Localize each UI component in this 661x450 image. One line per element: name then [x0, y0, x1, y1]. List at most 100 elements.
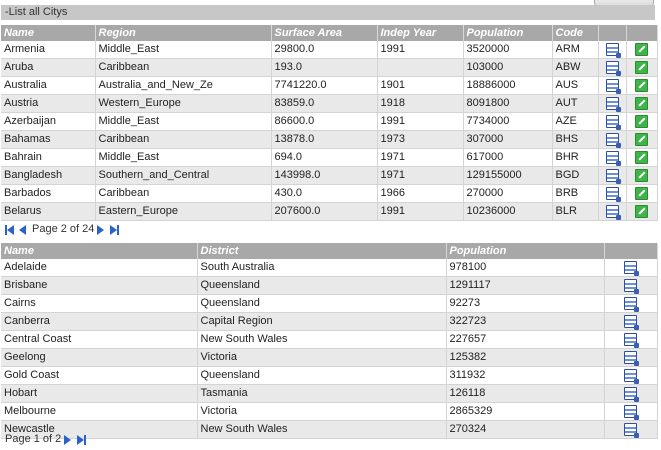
- table-cell: BHS: [552, 130, 599, 149]
- table-cell: 207600.0: [271, 202, 378, 221]
- table-cell: 129155000: [463, 166, 553, 185]
- column-header[interactable]: [604, 243, 658, 259]
- last-page-button[interactable]: [110, 224, 121, 235]
- cities-page-indicator: Page 1 of 2: [5, 433, 62, 445]
- table-cell: 1901: [377, 76, 464, 95]
- table-cell: Geelong: [1, 348, 198, 367]
- view-details-icon[interactable]: [624, 404, 639, 420]
- table-cell: 3520000: [463, 41, 553, 59]
- edit-cell: [626, 148, 658, 167]
- view-details-icon[interactable]: [624, 368, 639, 384]
- cities-table: Name District Population Adelaide South Aus…: [1, 243, 658, 439]
- view-details-icon[interactable]: [605, 60, 621, 76]
- table-row: Brisbane Queensland 1291117: [1, 276, 658, 295]
- prev-page-button[interactable]: [19, 224, 29, 235]
- column-header[interactable]: [626, 25, 658, 41]
- view-details-icon[interactable]: [624, 260, 639, 276]
- column-header[interactable]: Indep Year: [377, 25, 464, 41]
- table-cell: AUS: [552, 76, 599, 95]
- view-cell: [598, 112, 627, 131]
- edit-icon[interactable]: [635, 132, 648, 146]
- table-cell: 430.0: [271, 184, 378, 203]
- column-header[interactable]: District: [197, 243, 447, 259]
- edit-icon[interactable]: [635, 96, 648, 110]
- view-cell: [598, 76, 627, 95]
- view-details-icon[interactable]: [605, 42, 621, 58]
- view-cell: [598, 184, 627, 203]
- view-details-icon[interactable]: [624, 296, 639, 312]
- table-cell: 322723: [446, 312, 605, 331]
- table-cell: Melbourne: [1, 402, 198, 421]
- view-details-icon[interactable]: [624, 386, 639, 402]
- column-header[interactable]: Region: [95, 25, 272, 41]
- table-row: Bangladesh Southern_and_Central 143998.0 19…: [1, 166, 658, 185]
- view-details-icon[interactable]: [624, 314, 639, 330]
- edit-cell: [626, 58, 658, 77]
- table-cell: 10236000: [463, 202, 553, 221]
- table-cell: Aruba: [1, 58, 96, 77]
- table-row: Adelaide South Australia 978100: [1, 259, 658, 277]
- table-cell: Victoria: [197, 402, 447, 421]
- column-header[interactable]: Name: [1, 25, 96, 41]
- edit-icon[interactable]: [635, 204, 648, 218]
- column-header[interactable]: Name: [1, 243, 198, 259]
- table-row: Cairns Queensland 92273: [1, 294, 658, 313]
- table-cell: 103000: [463, 58, 553, 77]
- view-details-icon[interactable]: [605, 150, 621, 166]
- first-page-button[interactable]: [5, 224, 16, 235]
- view-details-icon[interactable]: [605, 204, 621, 220]
- next-page-button[interactable]: [97, 224, 107, 235]
- column-header[interactable]: Code: [552, 25, 599, 41]
- table-cell: BLR: [552, 202, 599, 221]
- column-header[interactable]: Surface Area: [271, 25, 378, 41]
- table-cell: Canberra: [1, 312, 198, 331]
- column-header[interactable]: Population: [463, 25, 553, 41]
- column-header[interactable]: [598, 25, 627, 41]
- edit-icon[interactable]: [635, 78, 648, 92]
- view-details-icon[interactable]: [624, 278, 639, 294]
- edit-icon[interactable]: [635, 114, 648, 128]
- table-cell: 126118: [446, 384, 605, 403]
- table-cell: Southern_and_Central: [95, 166, 272, 185]
- table-row: Armenia Middle_East 29800.0 1991 3520000 ARM: [1, 41, 658, 59]
- view-details-icon[interactable]: [605, 96, 621, 112]
- table-cell: 978100: [446, 259, 605, 277]
- table-cell: 1918: [377, 94, 464, 113]
- view-details-icon[interactable]: [624, 332, 639, 348]
- table-cell: Australia: [1, 76, 96, 95]
- view-details-icon[interactable]: [605, 132, 621, 148]
- edit-icon[interactable]: [635, 150, 648, 164]
- edit-icon[interactable]: [635, 42, 648, 56]
- view-details-icon[interactable]: [624, 350, 639, 366]
- table-cell: ABW: [552, 58, 599, 77]
- edit-icon[interactable]: [635, 186, 648, 200]
- table-row: Melbourne Victoria 2865329: [1, 402, 658, 421]
- edit-cell: [626, 184, 658, 203]
- table-cell: 617000: [463, 148, 553, 167]
- edit-cell: [626, 76, 658, 95]
- column-header[interactable]: Population: [446, 243, 605, 259]
- table-cell: 13878.0: [271, 130, 378, 149]
- edit-icon[interactable]: [635, 60, 648, 74]
- countries-table: Name Region Surface Area Indep Year Populati…: [1, 25, 658, 221]
- table-cell: 1971: [377, 148, 464, 167]
- last-page-button[interactable]: [77, 434, 88, 445]
- table-cell: Barbados: [1, 184, 96, 203]
- table-cell: New South Wales: [197, 420, 447, 439]
- table-cell: AZE: [552, 112, 599, 131]
- view-cell: [598, 166, 627, 185]
- view-details-icon[interactable]: [605, 78, 621, 94]
- table-cell: 29800.0: [271, 41, 378, 59]
- view-details-icon[interactable]: [605, 186, 621, 202]
- table-cell: 7734000: [463, 112, 553, 131]
- edit-cell: [626, 112, 658, 131]
- view-details-icon[interactable]: [605, 114, 621, 130]
- edit-icon[interactable]: [635, 168, 648, 182]
- table-cell: 18886000: [463, 76, 553, 95]
- next-page-button[interactable]: [64, 434, 74, 445]
- view-details-icon[interactable]: [605, 168, 621, 184]
- table-cell: Cairns: [1, 294, 198, 313]
- table-row: Bahrain Middle_East 694.0 1971 617000 BHR: [1, 148, 658, 167]
- table-cell: 125382: [446, 348, 605, 367]
- view-details-icon[interactable]: [624, 422, 639, 438]
